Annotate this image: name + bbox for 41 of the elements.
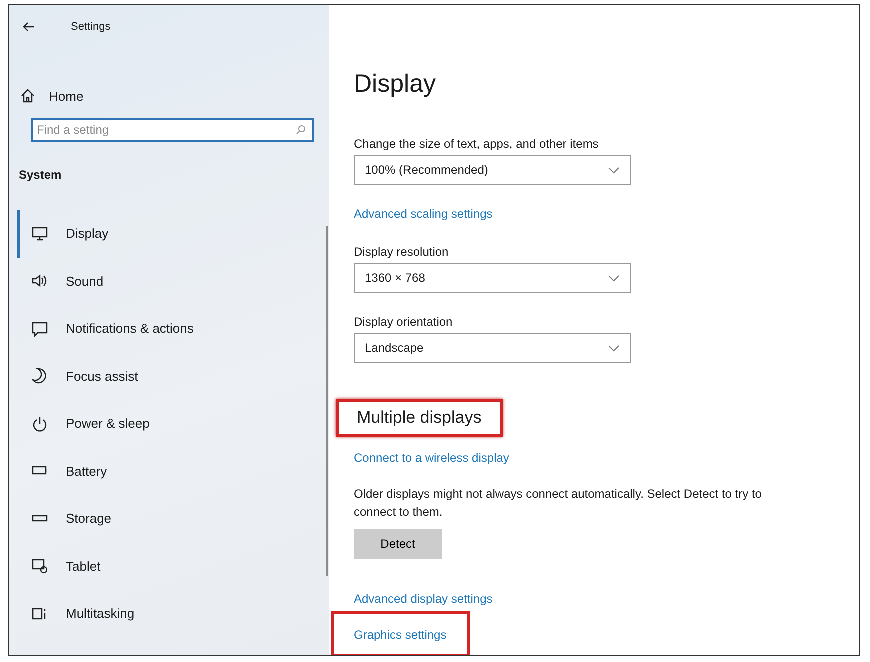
windows-split-icon	[32, 606, 48, 622]
sidebar-item[interactable]: Power & sleep	[17, 400, 329, 448]
speaker-icon	[32, 273, 48, 290]
description-text: Older displays might not always connect automatically. Select Detect to try to connect to them.	[354, 486, 763, 521]
message-icon	[32, 320, 48, 337]
moon-icon	[32, 368, 48, 384]
search-icon	[296, 125, 306, 135]
link[interactable]: Advanced scaling settings	[354, 207, 493, 221]
home-link[interactable]: Home	[19, 74, 329, 118]
sidebar-item[interactable]: Tablet	[17, 542, 329, 590]
link[interactable]: Graphics settings	[334, 614, 467, 654]
sidebar-item[interactable]: Sound	[17, 258, 329, 305]
setting-label: Change the size of text, apps, and other items	[354, 137, 600, 153]
back-arrow-icon	[23, 22, 35, 32]
dropdown[interactable]: Landscape	[354, 333, 631, 363]
sidebar-item[interactable]: Battery	[17, 448, 329, 495]
monitor-icon	[32, 226, 48, 242]
sidebar-item[interactable]: Focus assist	[17, 352, 329, 400]
sidebar-item[interactable]: Multitasking	[17, 590, 329, 638]
detect-button[interactable]: Detect	[354, 529, 442, 559]
chevron-down-icon	[608, 166, 620, 174]
page-title: Display	[354, 69, 437, 99]
dropdown[interactable]: 1360 × 768	[354, 263, 631, 293]
dropdown[interactable]: 100% (Recommended)	[354, 155, 631, 185]
setting-label: Display resolution	[354, 245, 450, 261]
sidebar-item[interactable]: Notifications & actions	[17, 305, 329, 352]
chevron-down-icon	[608, 274, 620, 282]
chevron-down-icon	[608, 344, 620, 352]
link[interactable]: Connect to a wireless display	[354, 451, 510, 465]
search-field[interactable]: Find a setting	[31, 118, 314, 142]
window-title: Settings	[71, 21, 111, 33]
sidebar-item[interactable]: Storage	[17, 495, 329, 542]
tablet-icon	[32, 558, 48, 574]
back-button[interactable]	[21, 20, 37, 34]
setting-label: Display orientation	[354, 315, 454, 331]
scrollbar[interactable]	[326, 226, 328, 576]
section-heading: System	[19, 167, 63, 184]
link[interactable]: Advanced display settings	[354, 592, 493, 606]
section-heading: Multiple displays	[336, 399, 503, 437]
power-icon	[32, 416, 48, 432]
home-icon	[21, 89, 35, 103]
